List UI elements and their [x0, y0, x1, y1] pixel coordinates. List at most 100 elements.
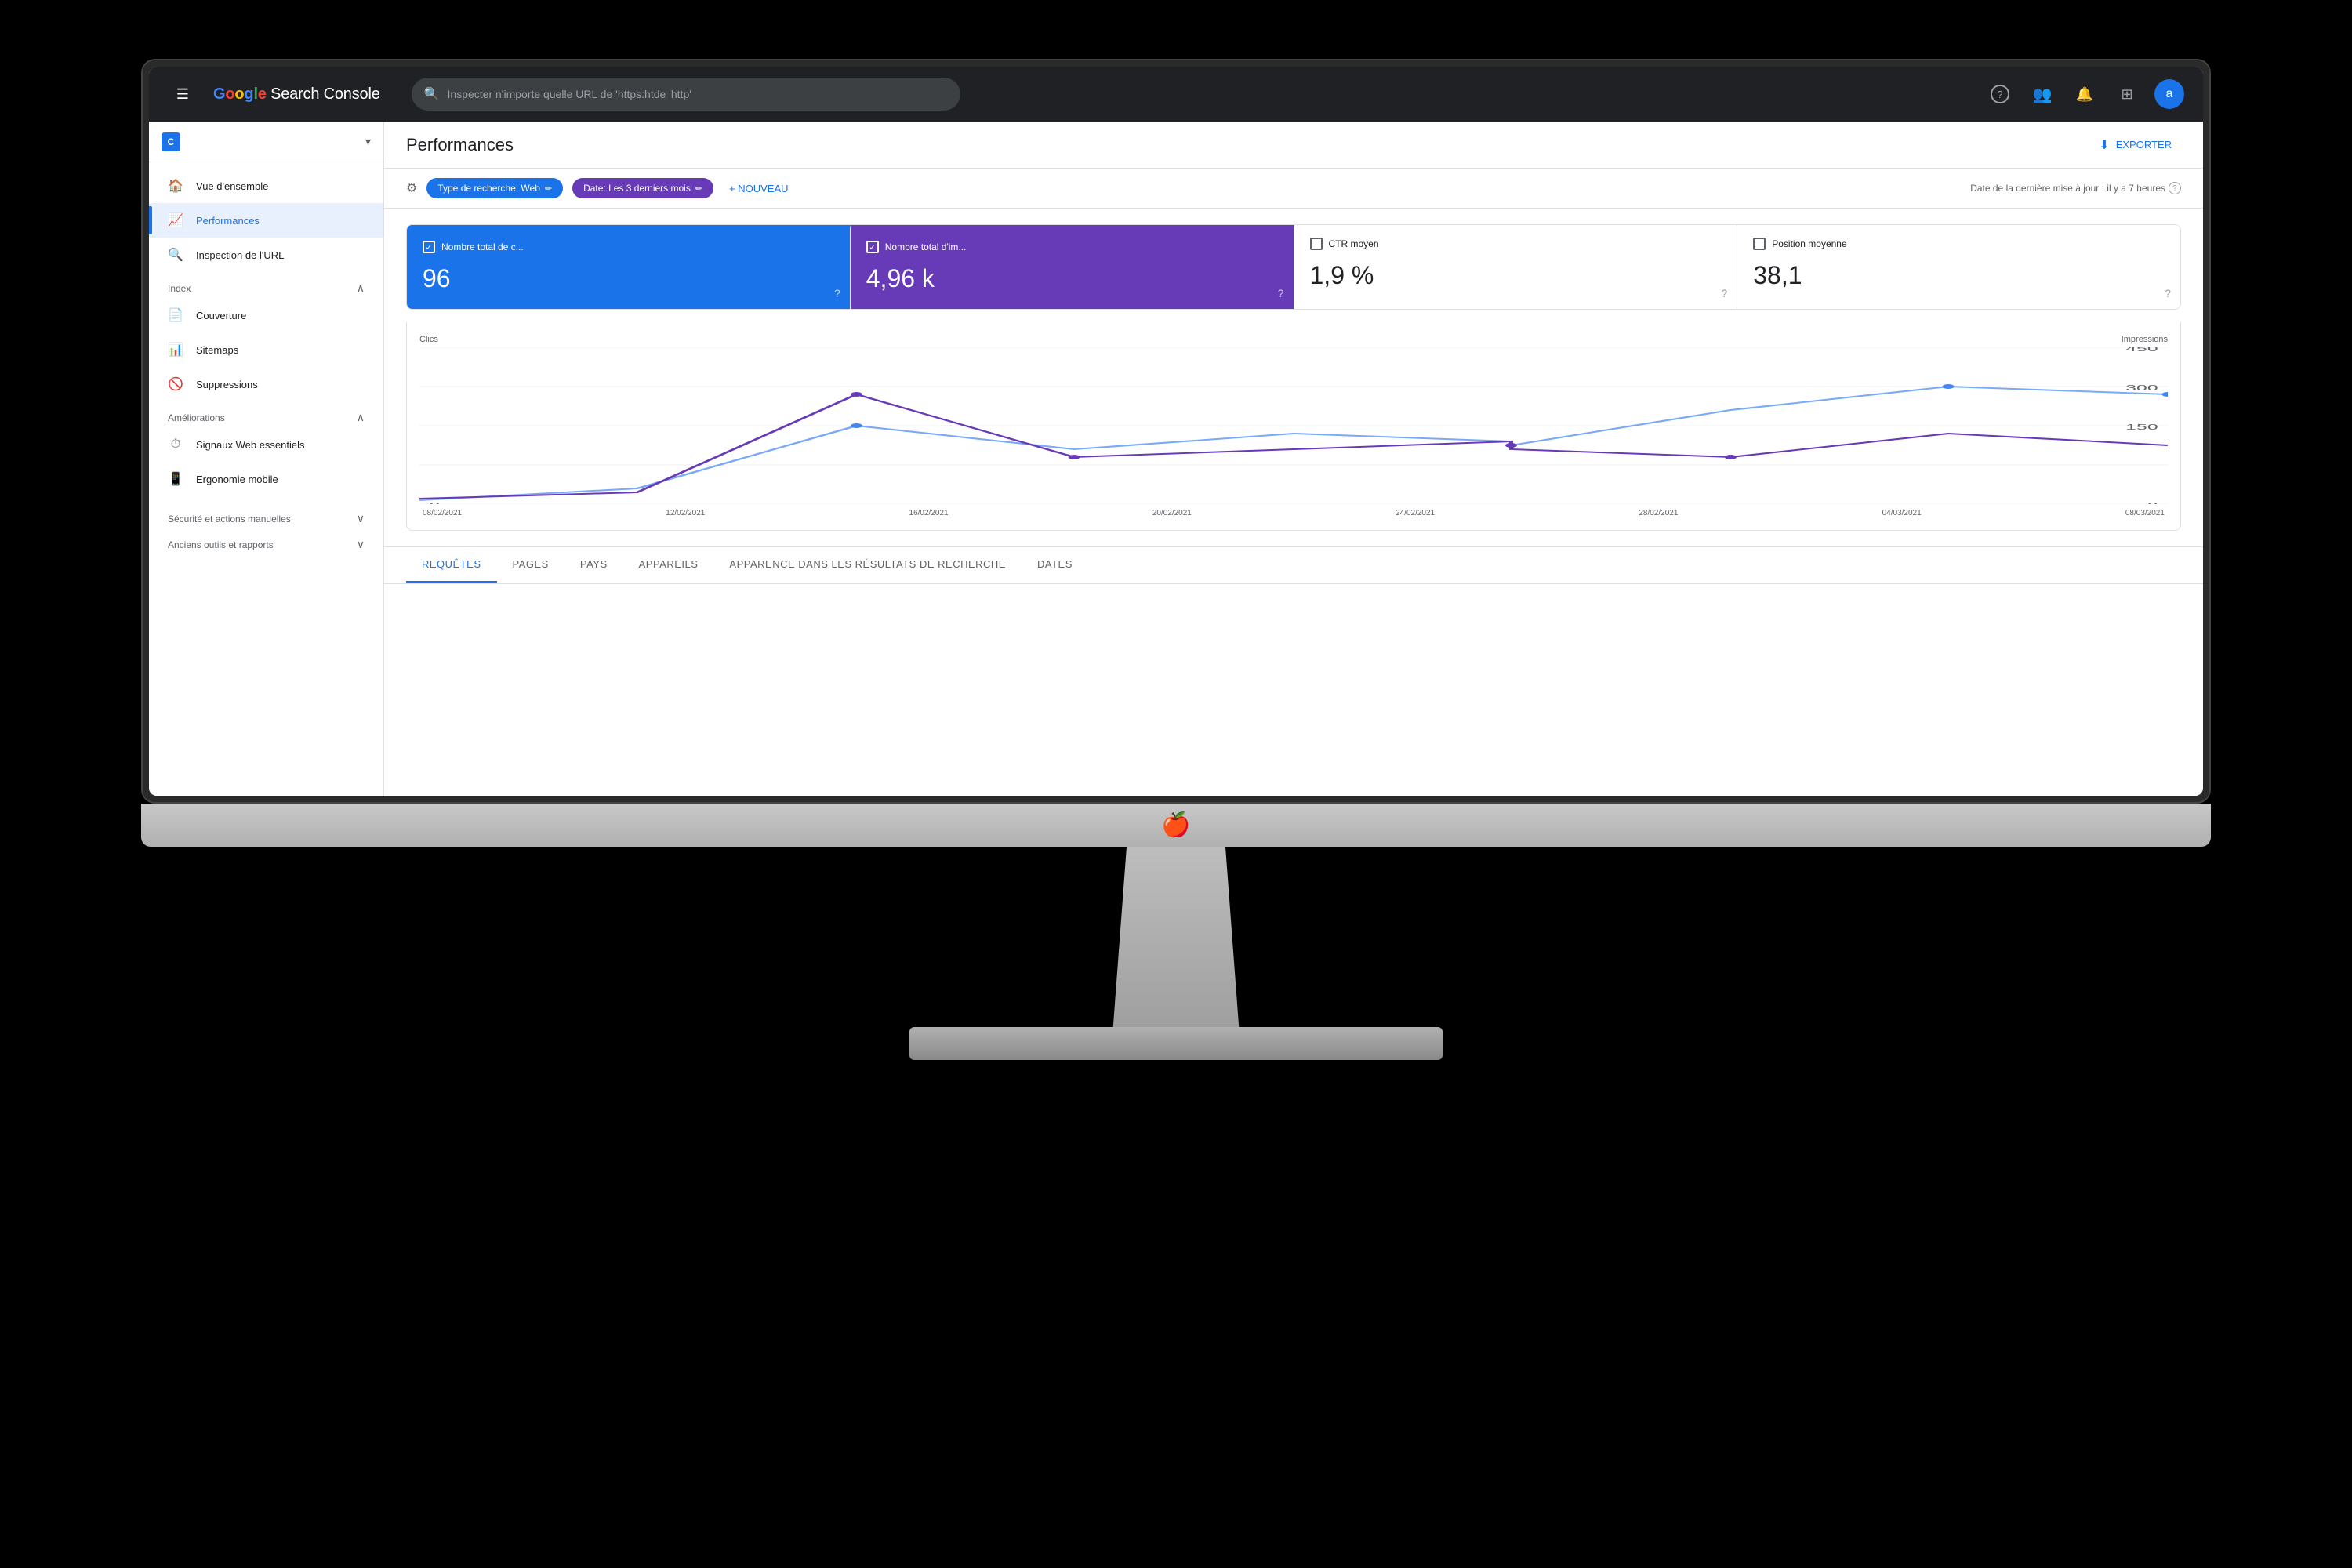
position-info-icon: ?: [2165, 287, 2171, 299]
metric-card-impressions[interactable]: ✓ Nombre total d'im... 4,96 k ?: [851, 225, 1294, 309]
tab-pages[interactable]: PAGES: [497, 547, 564, 583]
tab-requetes[interactable]: REQUÊTES: [406, 547, 497, 583]
clics-checkbox: ✓: [423, 241, 435, 253]
chart-icon: 📈: [168, 212, 183, 228]
sidebar-nav: 🏠 Vue d'ensemble 📈 Performances 🔍 Inspec…: [149, 162, 383, 561]
impressions-value: 4,96 k: [866, 261, 1278, 296]
metric-card-clics[interactable]: ✓ Nombre total de c... 96 ?: [407, 225, 851, 309]
imac-bezel: ☰ Google Search Console 🔍 ?: [143, 60, 2209, 802]
search-input[interactable]: [448, 88, 948, 100]
page-title: Performances: [406, 135, 514, 155]
ameliorations-section-label: Améliorations: [168, 412, 225, 423]
hamburger-button[interactable]: ☰: [168, 79, 198, 109]
sidebar-label-performances: Performances: [196, 215, 260, 227]
sidebar-label-couverture: Couverture: [196, 310, 246, 321]
tabs-section: REQUÊTES PAGES PAYS APPAREILS APPARENCE …: [384, 546, 2203, 584]
bell-button[interactable]: 🔔: [2070, 79, 2100, 109]
ergonomie-icon: 📱: [168, 471, 183, 487]
sidebar-item-suppressions[interactable]: 🚫 Suppressions: [149, 367, 383, 401]
index-toggle[interactable]: ∧: [357, 281, 365, 295]
avatar[interactable]: a: [2154, 79, 2184, 109]
svg-text:150: 150: [2125, 423, 2158, 432]
x-label-6: 28/02/2021: [1639, 509, 1678, 517]
sidebar-item-vue-ensemble[interactable]: 🏠 Vue d'ensemble: [149, 169, 383, 203]
securite-section: Sécurité et actions manuelles ∨: [149, 503, 383, 528]
signaux-icon: ⏱: [168, 437, 183, 452]
tab-appareils[interactable]: APPAREILS: [623, 547, 714, 583]
download-icon: ⬇: [2099, 137, 2109, 153]
metric-card-position[interactable]: Position moyenne 38,1 ?: [1737, 225, 2180, 309]
securite-toggle[interactable]: ∨: [357, 512, 365, 525]
dropdown-icon: ▾: [365, 135, 371, 148]
search-icon: 🔍: [424, 86, 440, 102]
chart-section: Clics Impressions: [384, 310, 2203, 546]
x-label-8: 08/03/2021: [2125, 509, 2165, 517]
magnify-icon: 🔍: [168, 247, 183, 263]
ameliorations-toggle[interactable]: ∧: [357, 411, 365, 424]
tab-dates[interactable]: DATES: [1022, 547, 1088, 583]
sidebar-item-ergonomie[interactable]: 📱 Ergonomie mobile: [149, 462, 383, 496]
nav-icons: ? 👥 🔔 ⊞ a: [1985, 79, 2184, 109]
impressions-info-icon: ?: [1278, 287, 1284, 299]
index-section-label: Index: [168, 283, 191, 294]
position-label: Position moyenne: [1772, 238, 1846, 249]
clics-value: 96: [423, 261, 834, 296]
svg-text:0: 0: [2147, 502, 2158, 504]
position-header: Position moyenne: [1753, 238, 2165, 250]
info-icon: ?: [2169, 182, 2181, 194]
impressions-header: ✓ Nombre total d'im...: [866, 241, 1278, 253]
chart-right-label: Impressions: [2122, 335, 2168, 344]
sidebar-label-inspection: Inspection de l'URL: [196, 249, 284, 261]
x-label-1: 08/02/2021: [423, 509, 462, 517]
bell-icon: 🔔: [2076, 86, 2093, 103]
x-label-2: 12/02/2021: [666, 509, 705, 517]
property-icon: C: [162, 132, 180, 151]
index-section: Index ∧: [149, 272, 383, 298]
impressions-label: Nombre total d'im...: [885, 241, 967, 252]
tab-pays[interactable]: PAYS: [564, 547, 623, 583]
help-button[interactable]: ?: [1985, 79, 2015, 109]
x-label-5: 24/02/2021: [1396, 509, 1435, 517]
export-button[interactable]: ⬇ EXPORTER: [2089, 131, 2181, 159]
suppressions-icon: 🚫: [168, 376, 183, 392]
ctr-info-icon: ?: [1721, 287, 1727, 299]
securite-label: Sécurité et actions manuelles: [168, 514, 291, 524]
home-icon: 🏠: [168, 178, 183, 194]
sidebar-item-inspection[interactable]: 🔍 Inspection de l'URL: [149, 238, 383, 272]
svg-text:0: 0: [429, 502, 440, 504]
people-button[interactable]: 👥: [2027, 79, 2057, 109]
main-layout: C ▾ 🏠 Vue d'ensemble 📈 Performances: [149, 122, 2203, 796]
x-label-7: 04/03/2021: [1882, 509, 1922, 517]
help-icon: ?: [1991, 85, 2009, 103]
sidebar-item-sitemaps[interactable]: 📊 Sitemaps: [149, 332, 383, 367]
sidebar-item-performances[interactable]: 📈 Performances: [149, 203, 383, 238]
add-filter-button[interactable]: + NOUVEAU: [723, 180, 795, 198]
main-content: Performances ⬇ EXPORTER ⚙ Type de recher…: [384, 122, 2203, 796]
screen-content: ☰ Google Search Console 🔍 ?: [149, 67, 2203, 796]
clics-label: Nombre total de c...: [441, 241, 524, 252]
filter-bar: ⚙ Type de recherche: Web ✏ Date: Les 3 d…: [384, 169, 2203, 209]
edit-date-icon: ✏: [695, 183, 702, 194]
chart-axis-labels: Clics Impressions: [419, 335, 2168, 344]
chart-svg-wrapper: 450 300 150 0 0: [419, 347, 2168, 504]
chart-container: Clics Impressions: [406, 322, 2181, 531]
ctr-checkbox: [1310, 238, 1323, 250]
tabs-row: REQUÊTES PAGES PAYS APPAREILS APPARENCE …: [384, 547, 2203, 584]
hamburger-icon: ☰: [176, 86, 189, 103]
imac-base: [909, 1027, 1443, 1060]
filter-chip-date[interactable]: Date: Les 3 derniers mois ✏: [572, 178, 713, 198]
sidebar-item-signaux[interactable]: ⏱ Signaux Web essentiels: [149, 427, 383, 462]
nav-bar: ☰ Google Search Console 🔍 ?: [149, 67, 2203, 122]
anciens-toggle[interactable]: ∨: [357, 538, 365, 551]
grid-button[interactable]: ⊞: [2112, 79, 2142, 109]
metric-card-ctr[interactable]: CTR moyen 1,9 % ?: [1294, 225, 1738, 309]
anciens-label: Anciens outils et rapports: [168, 539, 274, 550]
sidebar-item-couverture[interactable]: 📄 Couverture: [149, 298, 383, 332]
chart-x-labels: 08/02/2021 12/02/2021 16/02/2021 20/02/2…: [419, 509, 2168, 517]
sidebar: C ▾ 🏠 Vue d'ensemble 📈 Performances: [149, 122, 384, 796]
edit-type-icon: ✏: [545, 183, 552, 194]
property-selector[interactable]: C ▾: [149, 122, 383, 162]
tab-apparence[interactable]: APPARENCE DANS LES RÉSULTATS DE RECHERCH…: [713, 547, 1022, 583]
sidebar-label-signaux: Signaux Web essentiels: [196, 439, 305, 451]
filter-chip-type[interactable]: Type de recherche: Web ✏: [426, 178, 563, 198]
